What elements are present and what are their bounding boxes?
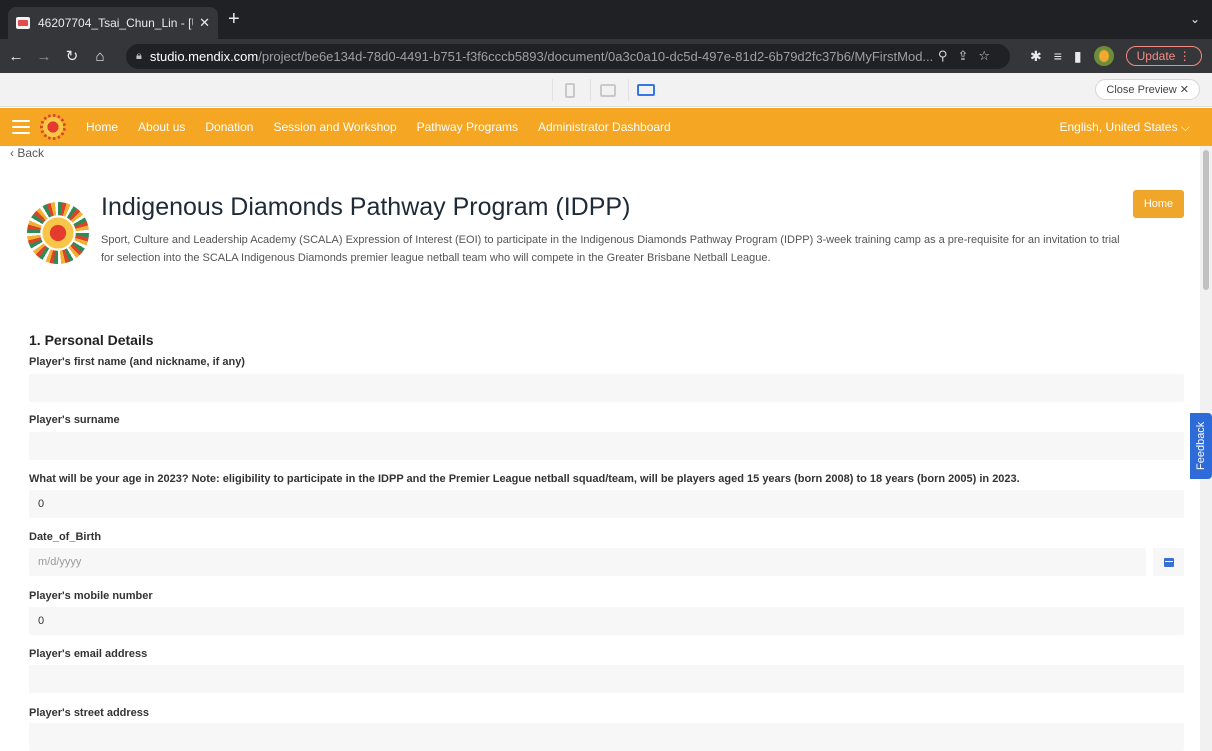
nav-item-about-us[interactable]: About us (138, 120, 185, 134)
browser-tab-strip: 46207704_Tsai_Chun_Lin - [U ✕ + ⌄ (0, 0, 1212, 39)
toolbar-actions: ✱ ≡ ▮ Update ⋮ (1030, 46, 1202, 66)
desktop-view-icon[interactable] (628, 79, 662, 101)
home-icon[interactable]: ⌂ (88, 48, 112, 65)
mendix-favicon-icon (16, 17, 30, 29)
extensions-icon[interactable]: ✱ (1030, 48, 1042, 65)
tab-title: 46207704_Tsai_Chun_Lin - [U (38, 16, 194, 30)
page-content: ‹ Back Indigenous Diamonds Pathway Progr… (0, 146, 1200, 751)
mobile-number-input[interactable]: 0 (29, 607, 1184, 635)
date-of-birth-label: Date_of_Birth (29, 531, 102, 543)
device-switcher (552, 79, 662, 101)
surname-label: Player's surname (29, 414, 120, 426)
nav-item-administrator-dashboard[interactable]: Administrator Dashboard (538, 120, 671, 134)
app-navigation-bar: Home About us Donation Session and Works… (0, 108, 1212, 146)
tablet-view-icon[interactable] (590, 79, 624, 101)
nav-item-pathway-programs[interactable]: Pathway Programs (417, 120, 518, 134)
close-preview-button[interactable]: Close Preview ✕ (1095, 79, 1200, 100)
street-address-label: Player's street address (29, 707, 150, 719)
phone-view-icon[interactable] (552, 79, 586, 101)
side-panel-icon[interactable]: ▮ (1074, 48, 1082, 65)
hamburger-menu-icon[interactable] (12, 120, 30, 134)
nav-item-session-and-workshop[interactable]: Session and Workshop (273, 120, 396, 134)
forward-arrow-icon[interactable]: → (32, 48, 56, 65)
main-menu: Home About us Donation Session and Works… (86, 120, 691, 134)
browser-tab[interactable]: 46207704_Tsai_Chun_Lin - [U ✕ (8, 7, 218, 39)
update-button[interactable]: Update ⋮ (1125, 46, 1202, 66)
scala-logo-icon[interactable] (40, 114, 66, 140)
idpp-logo (27, 202, 89, 264)
nav-item-home[interactable]: Home (86, 120, 118, 134)
omnibox-action-icons[interactable]: ⚲⇪☆ (938, 48, 1000, 64)
language-selector[interactable]: English, United States ⌵ (1060, 120, 1191, 135)
date-of-birth-input[interactable]: m/d/yyyy (29, 548, 1146, 576)
calendar-icon (1163, 557, 1174, 567)
close-tab-icon[interactable]: ✕ (199, 15, 210, 31)
scrollbar-thumb[interactable] (1203, 150, 1209, 290)
url-path: /project/be6e134d-78d0-4491-b751-f3f6ccc… (258, 49, 934, 64)
home-button[interactable]: Home (1133, 190, 1184, 218)
feedback-tab[interactable]: Feedback (1190, 413, 1212, 479)
profile-avatar-icon[interactable] (1093, 46, 1114, 66)
back-link[interactable]: ‹ Back (10, 146, 44, 160)
mobile-number-label: Player's mobile number (29, 590, 153, 602)
tab-search-icon[interactable]: ⌄ (1190, 12, 1200, 26)
new-tab-icon[interactable]: + (228, 9, 240, 29)
browser-toolbar: ← → ↻ ⌂ 🔒︎ studio.mendix.com /project/be… (0, 39, 1212, 73)
date-picker-button[interactable] (1153, 548, 1184, 576)
preview-toolbar: Close Preview ✕ (0, 73, 1212, 107)
age-2023-label: What will be your age in 2023? Note: eli… (29, 473, 1020, 485)
age-2023-input[interactable]: 0 (29, 490, 1184, 518)
update-label: Update (1136, 49, 1176, 63)
page-title: Indigenous Diamonds Pathway Program (IDP… (101, 193, 631, 221)
surname-input[interactable] (29, 432, 1184, 460)
section-title-personal-details: 1. Personal Details (29, 332, 154, 348)
lock-icon: 🔒︎ (136, 50, 142, 62)
first-name-label: Player's first name (and nickname, if an… (29, 356, 245, 368)
reload-icon[interactable]: ↻ (60, 47, 84, 65)
url-host: studio.mendix.com (149, 49, 259, 64)
first-name-input[interactable] (29, 374, 1184, 402)
address-bar[interactable]: 🔒︎ studio.mendix.com /project/be6e134d-7… (126, 44, 1010, 69)
program-intro-text: Sport, Culture and Leadership Academy (S… (101, 234, 1120, 264)
back-arrow-icon[interactable]: ← (4, 48, 28, 65)
email-address-input[interactable] (29, 665, 1184, 693)
reading-list-icon[interactable]: ≡ (1054, 48, 1062, 64)
nav-item-donation[interactable]: Donation (205, 120, 253, 134)
email-address-label: Player's email address (29, 648, 148, 660)
street-address-input[interactable] (29, 723, 1184, 751)
